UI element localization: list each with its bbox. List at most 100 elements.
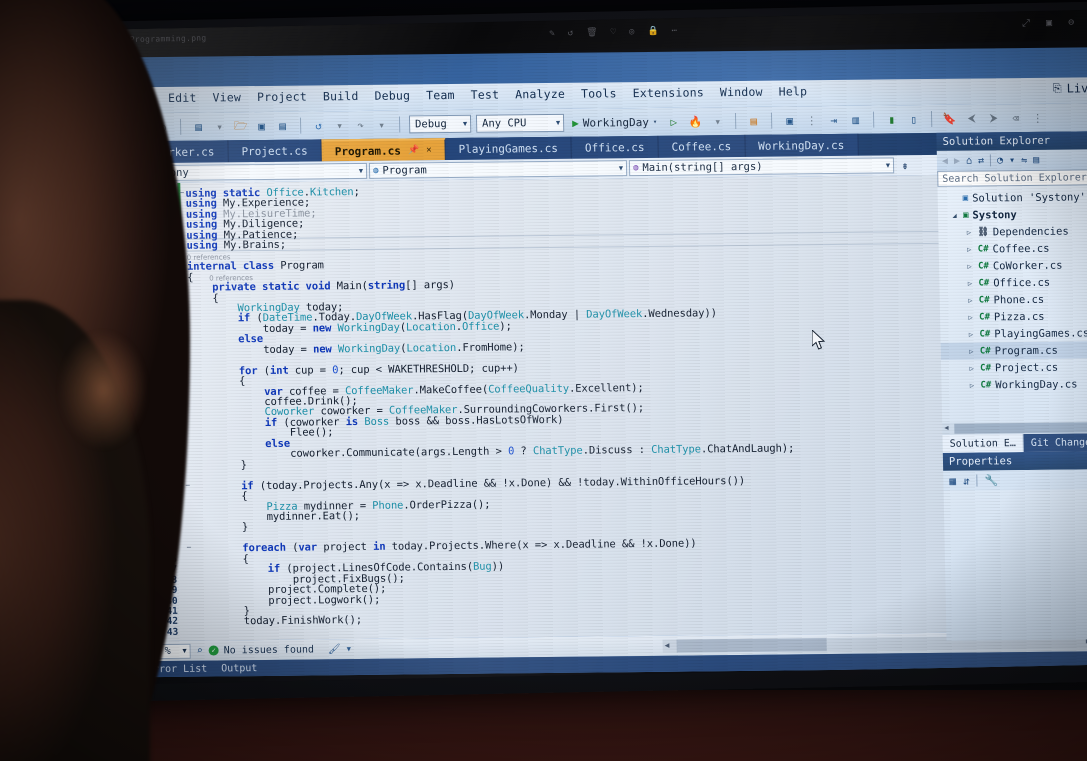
expander-icon-dep[interactable]: ▷ [964,228,973,236]
chevron-down-icon-5[interactable]: ▼ [881,161,890,169]
undo-icon[interactable]: ↺ [568,28,574,38]
alphabetical-icon[interactable]: ⇵ [963,474,970,487]
expander-icon-5[interactable]: ▷ [966,313,975,321]
code-line[interactable]: } [192,522,248,535]
tab-playinggames[interactable]: PlayingGames.cs [445,136,573,161]
tab-program-active[interactable]: Program.cs 📌 ✕ [321,138,446,162]
code-line[interactable]: } [191,459,247,472]
info-icon[interactable]: ◎ [629,27,635,37]
menu-tools[interactable]: Tools [581,86,617,100]
dock-tab-git-changes[interactable]: Git Changes [1023,433,1087,453]
expander-icon-8[interactable]: ▷ [967,364,976,372]
bookmark-next-icon[interactable]: ⮞ [985,110,1002,127]
properties-toolbar[interactable]: ▦ ⇵ 🔧 [943,469,1087,491]
hscrollbar-thumb[interactable] [676,637,827,653]
chevron-down-icon-4[interactable]: ▼ [614,164,623,172]
tab-office[interactable]: Office.cs [571,135,659,159]
outlining-toggle[interactable]: − [186,543,191,552]
tree-node-dependencies[interactable]: ▷ ⛓ Dependencies [938,222,1087,241]
edit-icon[interactable]: ✎ [549,29,555,39]
tree-node-pizza[interactable]: ▷ C# Pizza.cs [940,307,1087,326]
expander-icon-3[interactable]: ▷ [965,279,974,287]
bookmark-icon[interactable]: 🔖 [941,110,958,127]
tree-node-solution[interactable]: ▣ Solution 'Systony' (1 [938,188,1087,207]
bookmark-prev-icon[interactable]: ⮜ [963,110,980,127]
hot-reload-icon[interactable]: 🔥 [687,113,704,130]
chevron-down-icon[interactable]: ▼ [457,120,467,128]
codelens-references[interactable]: 0 references [209,274,253,282]
sync-with-active-document-icon[interactable]: ⇄ [978,155,984,166]
menu-window[interactable]: Window [720,85,763,99]
viewer-toolbar[interactable]: ✎ ↺ 🗑 ♡ ◎ 🔒 ⋯ [549,26,677,39]
more-icon[interactable]: ⋯ [672,26,678,36]
bookmark-clear-icon[interactable]: ⌫ [1007,110,1024,127]
chevron-down-icon-se[interactable]: ▾ [1009,155,1015,166]
undo-dropdown-icon[interactable]: ▾ [331,117,348,134]
tree-node-workingday[interactable]: ▷ C# WorkingDay.cs [941,375,1087,394]
tab-workingday[interactable]: WorkingDay.cs [744,133,859,157]
live-share-button[interactable]: ⎘ Live [1053,81,1087,95]
forward-icon-se[interactable]: ▶ [954,155,960,166]
right-dock-tabs[interactable]: Solution E… Git Changes [942,433,1087,453]
chevron-down-icon-6[interactable]: ▼ [182,647,186,655]
tree-node-program[interactable]: ▷ C# Program.cs [940,341,1087,360]
compare2-icon[interactable]: ▯ [905,111,922,128]
type-scope-dropdown[interactable]: ◍ Program ▼ [368,160,628,179]
hot-reload-dropdown-icon[interactable]: ▾ [709,113,726,130]
code-line[interactable]: today = new WorkingDay(Location.FromHome… [188,341,525,357]
toolbar-overflow-icon[interactable]: ⋮ [1029,109,1046,126]
tree-node-phone[interactable]: ▷ C# Phone.cs [940,290,1087,309]
crop-icon[interactable]: ▣ [1046,18,1052,29]
find-in-files-icon[interactable]: ▤ [745,112,762,129]
se-scroll-thumb[interactable] [954,422,1087,434]
collapse-all-icon[interactable]: ▤ [1033,154,1039,165]
tree-node-playinggames[interactable]: ▷ C# PlayingGames.cs [940,324,1087,343]
viewer-window-controls[interactable]: ⤢ ▣ ⊖ ⊕ [1022,17,1087,29]
window-layout-dropdown-icon[interactable]: ⋮ [803,112,820,129]
menu-edit[interactable]: Edit [168,91,197,105]
delete-icon[interactable]: 🗑 [586,28,598,38]
expander-icon-6[interactable]: ▷ [966,330,975,338]
tree-node-project[interactable]: ◢ ▣ Systony [938,205,1087,224]
tree-node-project-cs[interactable]: ▷ C# Project.cs [941,358,1087,377]
menu-items[interactable]: File Edit View Project Build Debug Team … [123,84,807,105]
save-icon[interactable]: ▣ [253,117,270,134]
search-solution-explorer-input[interactable]: Search Solution Explorer [937,169,1087,187]
code-line[interactable]: foreach (var project in today.Projects.W… [192,538,696,555]
tab-project[interactable]: Project.cs [228,139,322,163]
save-all-icon[interactable]: ▤ [274,117,291,134]
menu-project[interactable]: Project [257,90,307,105]
code-line[interactable]: today.FinishWork(); [194,614,362,628]
properties-grid[interactable] [943,489,1087,641]
solution-explorer-hscrollbar[interactable]: ◀ [942,421,1087,435]
expander-icon-2[interactable]: ▷ [965,262,974,270]
menu-build[interactable]: Build [323,89,359,103]
menu-test[interactable]: Test [471,88,500,102]
pin-icon[interactable]: 📌 [408,145,419,155]
property-pages-icon[interactable]: 🔧 [985,474,999,487]
issues-indicator[interactable]: ✓ No issues found [208,644,314,656]
menu-view[interactable]: View [212,90,241,104]
lock-icon[interactable]: 🔒 [647,27,658,37]
menu-debug[interactable]: Debug [374,88,410,102]
categorized-icon[interactable]: ▦ [949,474,956,487]
magnifier-icon[interactable]: ⌕ [197,645,203,656]
redo-icon[interactable]: ↷ [352,116,369,133]
undo-group[interactable]: ↺ ▾ ↷ ▾ [310,116,390,134]
member-scope-dropdown[interactable]: ◍ Main(string[] args) ▼ [628,157,895,177]
expander-icon-1[interactable]: ▷ [965,245,974,253]
outlining-toggle[interactable]: − [185,480,190,489]
undo-icon[interactable]: ↺ [310,117,327,134]
scroll-left-icon-se[interactable]: ◀ [944,424,948,432]
outlining-toggle[interactable]: − [179,188,184,197]
scroll-left-icon[interactable]: ◀ [665,640,670,649]
zoom-out-icon[interactable]: ⊖ [1068,17,1074,28]
back-icon-se[interactable]: ◀ [942,155,948,166]
solution-explorer-toolbar[interactable]: ◀ ▶ ⌂ ⇄ ◔ ▾ ⇋ ▤ [936,149,1087,171]
menu-team[interactable]: Team [426,88,455,102]
new-project-icon[interactable]: ▤ [190,118,207,135]
expander-icon-4[interactable]: ▷ [966,296,975,304]
expander-icon-9[interactable]: ▷ [967,381,976,389]
split-view-icon[interactable]: ⇟ [896,159,914,172]
menu-analyze[interactable]: Analyze [515,87,565,102]
